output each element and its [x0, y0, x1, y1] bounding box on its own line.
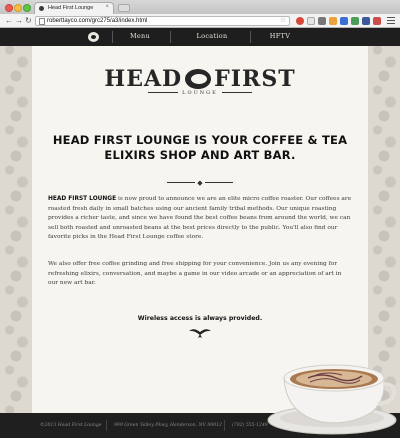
browser-tabstrip: Head First Lounge ×	[0, 0, 400, 14]
new-tab-button[interactable]	[118, 4, 130, 12]
nav-divider	[112, 31, 113, 43]
divider-line	[204, 182, 233, 184]
footer-address: 999 Green Valley Pkwy, Henderson, NV 890…	[114, 423, 222, 428]
back-icon[interactable]: ←	[5, 16, 13, 25]
browser-toolbar: ← → ↻ roberttayco.com/grc275/a3/index.ht…	[0, 14, 400, 28]
logo-word-head: HEAD	[104, 66, 183, 92]
extension-icon[interactable]	[373, 17, 381, 25]
coffee-logo-icon[interactable]	[88, 32, 99, 42]
tab-title: Head First Lounge	[48, 5, 94, 11]
logo-word-first: FIRST	[214, 66, 296, 92]
window-close-button[interactable]	[5, 4, 13, 12]
nav-link-location[interactable]: Location	[190, 32, 234, 40]
browser-tab[interactable]: Head First Lounge ×	[34, 2, 114, 14]
nav-link-hftv[interactable]: HFTV	[260, 32, 300, 40]
flourish-ornament-icon	[189, 329, 211, 338]
wireless-note: Wireless access is always provided.	[137, 315, 263, 322]
facebook-icon[interactable]	[362, 17, 370, 25]
nav-divider	[250, 31, 251, 43]
page-headline: HEAD FIRST LOUNGE IS YOUR COFFEE & TEA E…	[52, 133, 348, 162]
window-minimize-button[interactable]	[14, 4, 22, 12]
site-logo[interactable]: HEAD FIRST LOUNGE	[32, 66, 368, 96]
reload-icon[interactable]: ↻	[25, 16, 32, 25]
extension-icon[interactable]	[307, 17, 315, 25]
stop-extension-icon[interactable]	[296, 17, 304, 25]
coffee-cup-image	[267, 364, 397, 435]
url-text: roberttayco.com/grc275/a3/index.html	[47, 18, 148, 24]
wrench-icon[interactable]	[318, 17, 326, 25]
forward-icon[interactable]: →	[15, 16, 23, 25]
extension-icon[interactable]	[340, 17, 348, 25]
coffee-cup-logo-icon	[185, 69, 212, 89]
footer-divider	[224, 420, 225, 431]
address-bar[interactable]: roberttayco.com/grc275/a3/index.html ☆	[35, 16, 290, 26]
logo-wordmark: HEAD FIRST	[104, 66, 295, 91]
diamond-ornament-icon: ◆	[197, 179, 203, 187]
window-maximize-button[interactable]	[23, 4, 31, 12]
services-paragraph: We also offer free coffee grinding and f…	[48, 261, 342, 287]
footer-divider	[106, 420, 107, 431]
logo-rule	[148, 92, 179, 93]
logo-rule	[221, 92, 252, 93]
extension-icon[interactable]	[329, 17, 337, 25]
intro-text: is now proud to announce we are an elite…	[48, 196, 352, 241]
tab-close-icon[interactable]: ×	[105, 4, 109, 10]
nav-link-menu[interactable]: Menu	[120, 32, 160, 40]
footer-copyright: ©2013 Head First Lounge	[40, 423, 102, 428]
site-navigation: Menu Location HFTV	[0, 28, 400, 46]
divider-line	[167, 182, 196, 184]
bookmark-star-icon[interactable]: ☆	[280, 17, 286, 25]
extension-icon[interactable]	[351, 17, 359, 25]
ornament-divider: ◆	[32, 174, 368, 192]
page-icon	[39, 18, 45, 25]
intro-paragraph: HEAD FIRST LOUNGE is now proud to announ…	[48, 195, 352, 243]
intro-lead: HEAD FIRST LOUNGE	[48, 196, 117, 202]
browser-menu-icon[interactable]	[387, 17, 395, 26]
page-viewport: Menu Location HFTV HEAD FIRST LOUNGE HEAD…	[0, 28, 400, 438]
damask-background-left	[0, 28, 32, 413]
nav-divider	[170, 31, 171, 43]
favicon-icon	[39, 6, 44, 11]
